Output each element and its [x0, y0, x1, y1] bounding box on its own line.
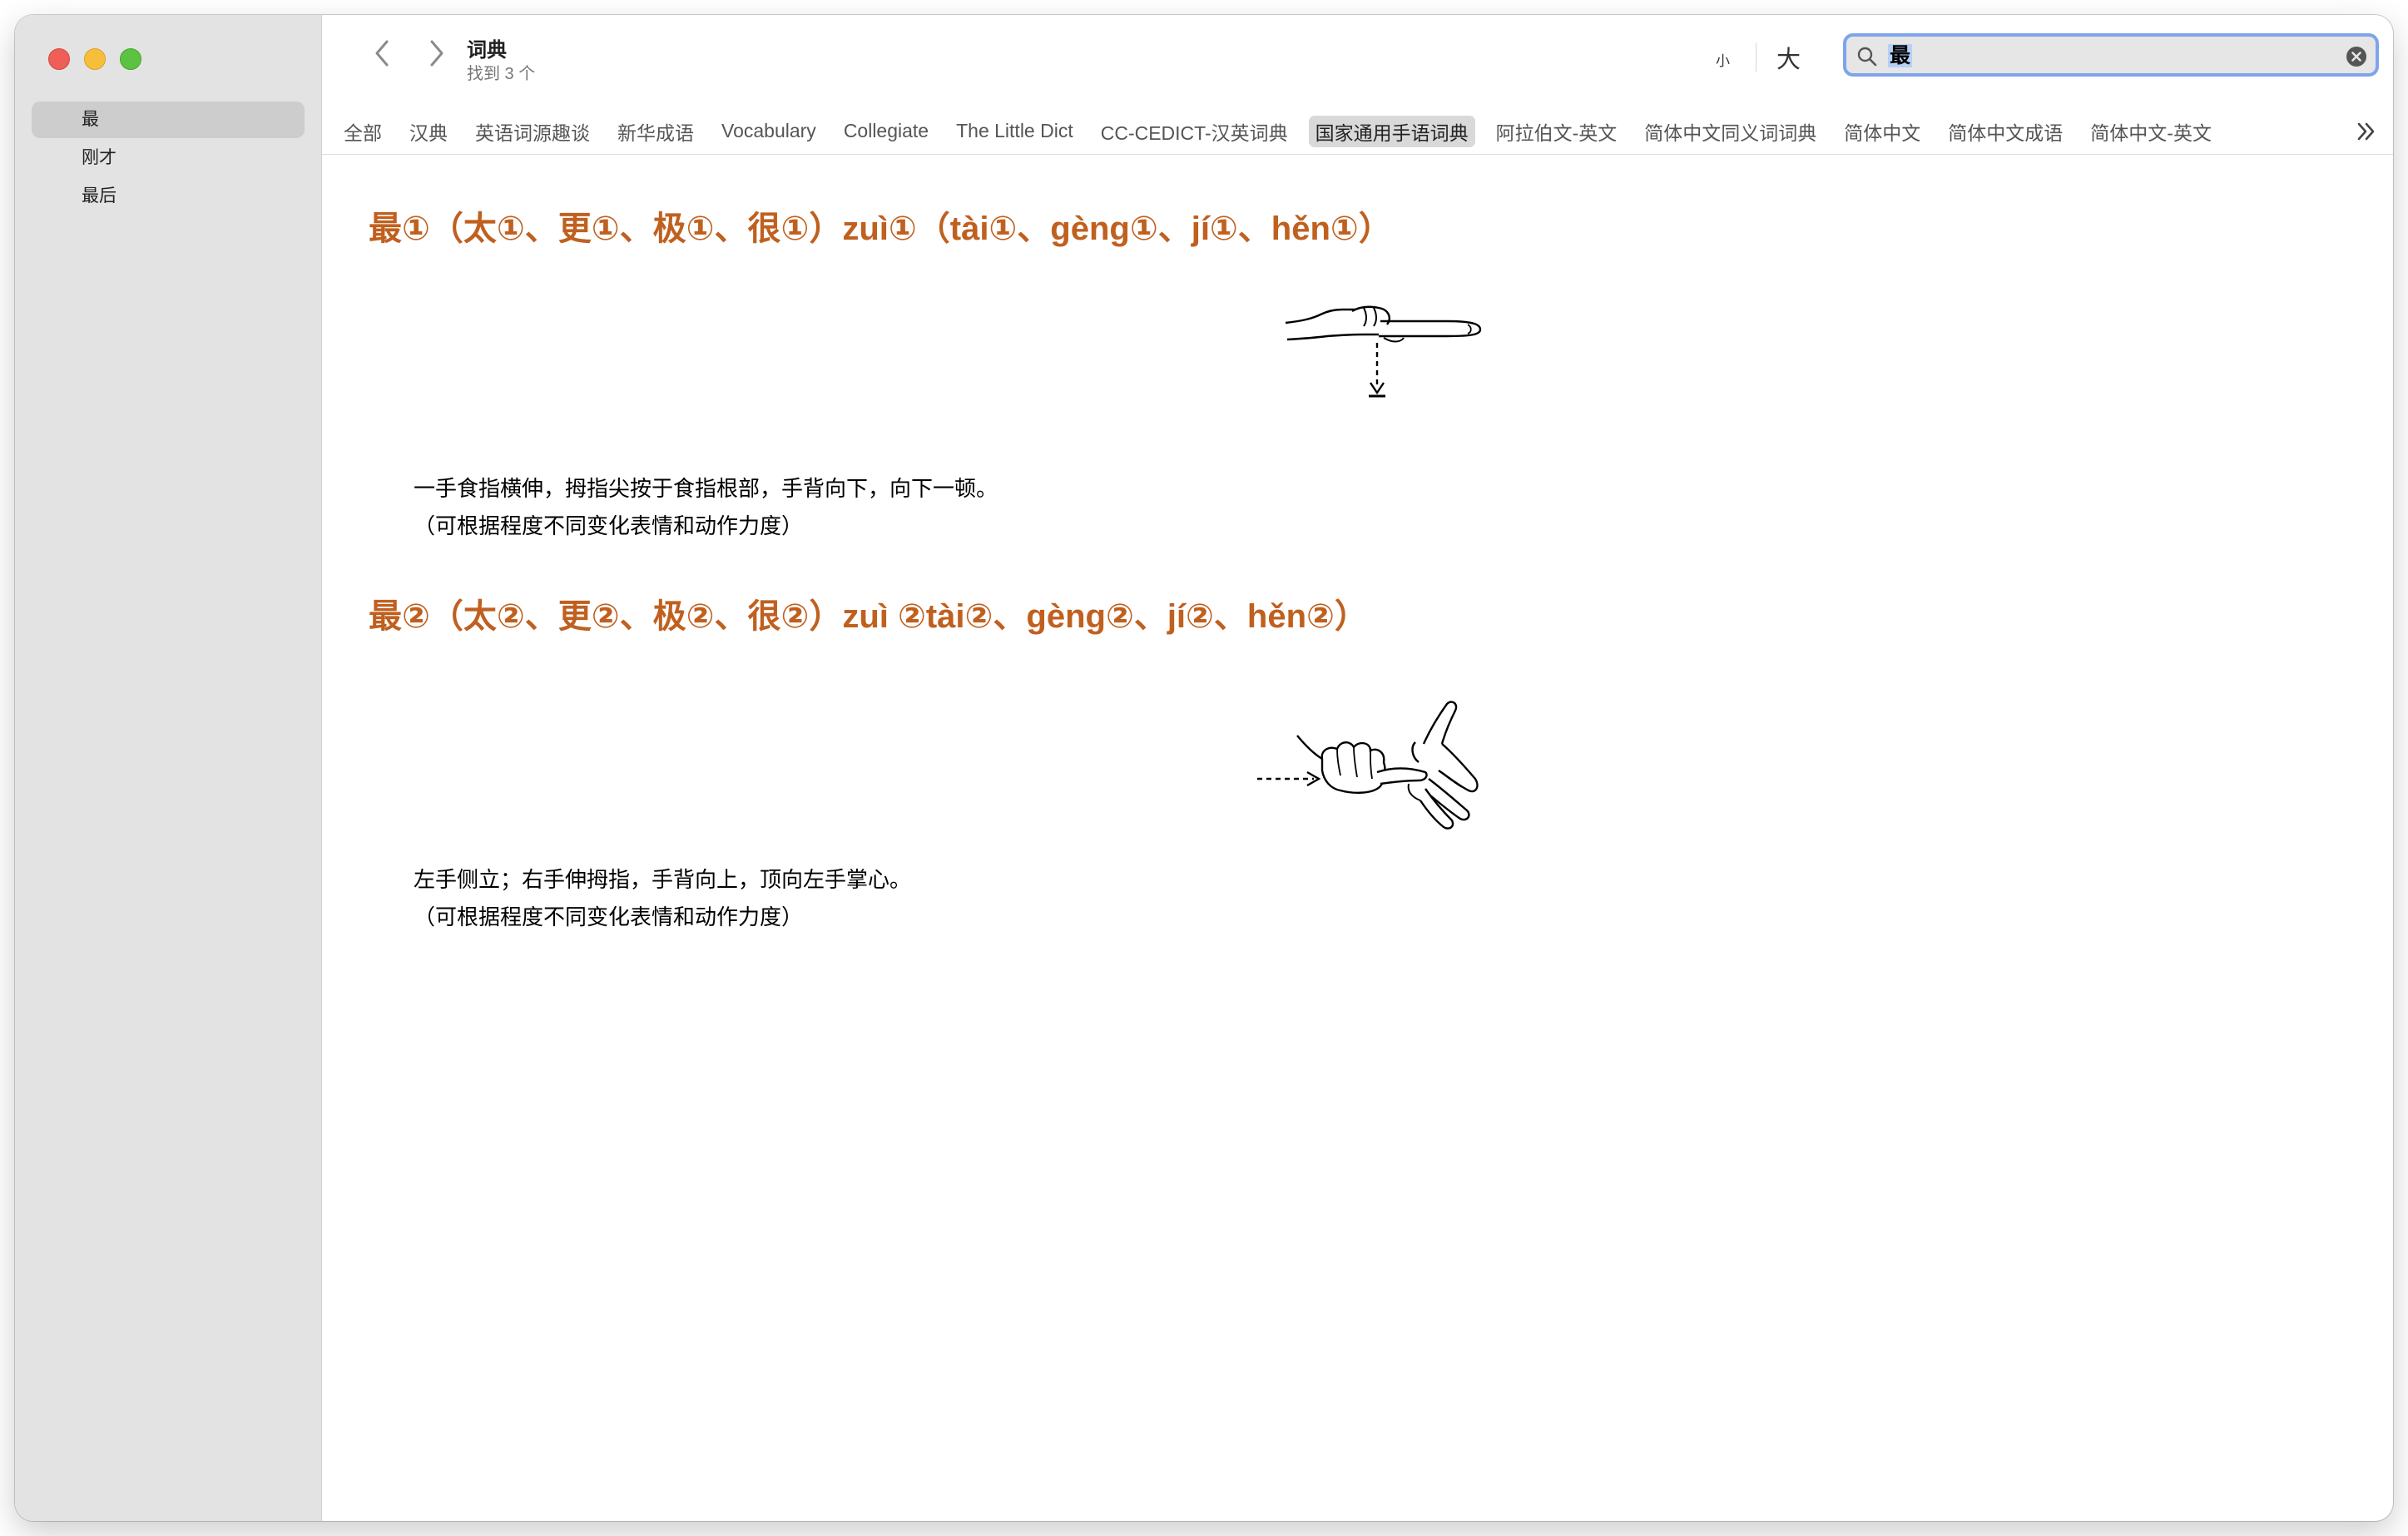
- tab-chinese-thesaurus[interactable]: 简体中文同义词词典: [1638, 116, 1823, 147]
- entry-description-1: 一手食指横伸，拇指尖按于食指根部，手背向下，向下一顿。 （可根据程度不同变化表情…: [414, 471, 998, 546]
- history-item-gangcai[interactable]: 刚才: [32, 140, 305, 176]
- entry-1-line-1: 一手食指横伸，拇指尖按于食指根部，手背向下，向下一顿。: [414, 477, 998, 502]
- tab-chinese-idioms[interactable]: 简体中文成语: [1941, 116, 2069, 147]
- history-item-zui[interactable]: 最: [32, 102, 305, 138]
- clear-search-icon[interactable]: [2346, 46, 2367, 67]
- tab-handian[interactable]: 汉典: [403, 116, 454, 147]
- tab-arabic-english[interactable]: 阿拉伯文-英文: [1489, 116, 1624, 147]
- search-input[interactable]: 最: [1888, 44, 1913, 67]
- entry-content: 最①（太①、更①、极①、很①）zuì①（tài①、gèng①、jí①、hěn①）…: [322, 156, 2393, 1521]
- search-field[interactable]: 最: [1843, 33, 2379, 77]
- tab-all[interactable]: 全部: [337, 116, 389, 147]
- entry-title-2: 最②（太②、更②、极②、很②）zuì ②tài②、gèng②、jí②、hěn②）: [369, 598, 1368, 635]
- chevron-left-icon: [375, 40, 389, 67]
- tab-xinhua-idioms[interactable]: 新华成语: [611, 116, 701, 147]
- tab-vocabulary[interactable]: Vocabulary: [715, 118, 823, 144]
- tab-chinese-english[interactable]: 简体中文-英文: [2083, 116, 2218, 147]
- tab-simplified-chinese[interactable]: 简体中文: [1837, 116, 1927, 147]
- result-count: 找到 3 个: [467, 65, 536, 83]
- tab-little-dict[interactable]: The Little Dict: [949, 118, 1080, 144]
- forward-button[interactable]: [420, 37, 453, 70]
- font-smaller-button[interactable]: 小: [1716, 49, 1730, 70]
- window-controls: [48, 48, 156, 70]
- close-window-button[interactable]: [48, 48, 70, 70]
- entry-1-line-2: （可根据程度不同变化表情和动作力度）: [414, 514, 804, 539]
- sign-illustration-2: [1257, 701, 1479, 830]
- chevron-right-icon: [430, 40, 443, 67]
- entry-title-1: 最①（太①、更①、极①、很①）zuì①（tài①、gèng①、jí①、hěn①）: [369, 211, 1392, 247]
- tab-collegiate[interactable]: Collegiate: [837, 118, 935, 144]
- search-icon: [1857, 47, 1877, 67]
- tab-cc-cedict[interactable]: CC-CEDICT-汉英词典: [1094, 116, 1295, 147]
- history-list: 最 刚才 最后: [32, 102, 305, 216]
- sidebar: 最 刚才 最后: [15, 15, 322, 1521]
- toolbar: 词典 找到 3 个 小 大 最: [322, 15, 2393, 90]
- main-pane: 词典 找到 3 个 小 大 最 全部 汉典 英语词源趣谈 新华成语 Vocabu…: [322, 15, 2393, 1521]
- more-tabs-icon[interactable]: [2355, 120, 2378, 143]
- sign-illustration-1: [1285, 305, 1482, 398]
- dictionary-tabs: 全部 汉典 英语词源趣谈 新华成语 Vocabulary Collegiate …: [322, 108, 2393, 155]
- entry-2-line-1: 左手侧立；右手伸拇指，手背向上，顶向左手掌心。: [414, 868, 912, 893]
- entry-description-2: 左手侧立；右手伸拇指，手背向上，顶向左手掌心。 （可根据程度不同变化表情和动作力…: [414, 862, 911, 937]
- history-item-zuihou[interactable]: 最后: [32, 178, 305, 215]
- tab-etymology[interactable]: 英语词源趣谈: [468, 116, 597, 147]
- tab-sign-language[interactable]: 国家通用手语词典: [1308, 115, 1475, 147]
- font-larger-button[interactable]: 大: [1776, 40, 1801, 75]
- window-title: 词典: [467, 39, 507, 62]
- dictionary-window: 最 刚才 最后 词典 找到 3 个 小 大 最 全部 汉典 英语词源趣谈 新华成…: [15, 15, 2393, 1521]
- minimize-window-button[interactable]: [84, 48, 106, 70]
- zoom-window-button[interactable]: [120, 48, 141, 70]
- back-button[interactable]: [365, 37, 399, 70]
- entry-2-line-2: （可根据程度不同变化表情和动作力度）: [414, 905, 804, 930]
